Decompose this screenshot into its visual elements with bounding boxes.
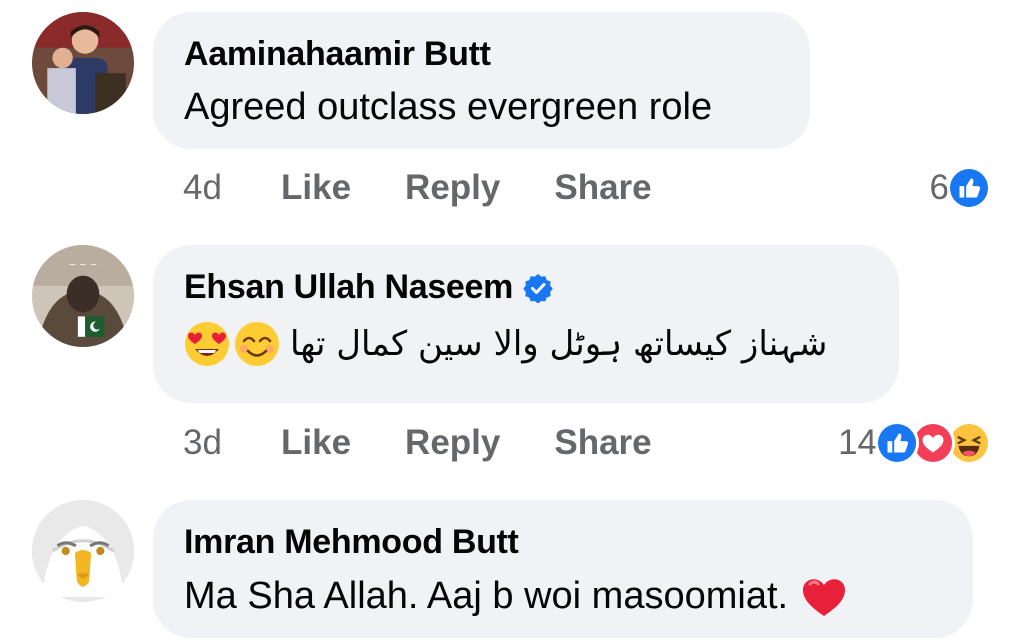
author-name[interactable]: Ehsan Ullah Naseem bbox=[184, 267, 513, 307]
share-button[interactable]: Share bbox=[554, 168, 651, 208]
like-icon bbox=[875, 421, 919, 465]
comment-actions: 4d Like Reply Share bbox=[183, 166, 706, 210]
comment-text-content: Ma Sha Allah. Aaj b woi masoomiat. bbox=[184, 575, 789, 617]
avatar[interactable] bbox=[32, 12, 134, 114]
comment-bubble: Imran Mehmood Butt Ma Sha Allah. Aaj b w… bbox=[153, 500, 973, 638]
reaction-summary[interactable]: 14 bbox=[838, 421, 991, 465]
comment-text: Agreed outclass evergreen role bbox=[184, 84, 780, 130]
verified-badge-icon bbox=[523, 272, 553, 304]
comment-text: Ma Sha Allah. Aaj b woi masoomiat. bbox=[184, 572, 943, 620]
comment-timestamp[interactable]: 3d bbox=[183, 423, 281, 463]
avatar[interactable]: ~ ~ ~ bbox=[32, 245, 134, 347]
avatar[interactable] bbox=[32, 500, 134, 602]
reaction-summary[interactable]: 6 bbox=[930, 166, 991, 210]
comment-text-content: Agreed outclass evergreen role bbox=[184, 86, 713, 128]
comment-author[interactable]: Aaminahaamir Butt bbox=[184, 34, 780, 74]
comment-author[interactable]: Ehsan Ullah Naseem bbox=[184, 267, 869, 307]
smiling-face-with-smiling-eyes-emoji bbox=[234, 321, 280, 367]
reaction-count: 14 bbox=[838, 423, 877, 462]
share-button[interactable]: Share bbox=[554, 423, 651, 463]
comment-bubble: Aaminahaamir Butt Agreed outclass evergr… bbox=[153, 12, 810, 149]
author-name[interactable]: Imran Mehmood Butt bbox=[184, 522, 519, 562]
red-heart-emoji bbox=[800, 572, 848, 620]
comment-actions: 3d Like Reply Share bbox=[183, 421, 706, 465]
heart-eyes-emoji bbox=[184, 321, 230, 367]
like-icon bbox=[947, 166, 991, 210]
author-name[interactable]: Aaminahaamir Butt bbox=[184, 34, 491, 74]
comment-text-content: شہناز کیساتھ ہوٹل والا سین کمال تھا bbox=[290, 324, 828, 364]
like-button[interactable]: Like bbox=[281, 168, 351, 208]
like-button[interactable]: Like bbox=[281, 423, 351, 463]
reply-button[interactable]: Reply bbox=[405, 423, 500, 463]
comment-timestamp[interactable]: 4d bbox=[183, 168, 281, 208]
svg-text:~ ~ ~: ~ ~ ~ bbox=[69, 259, 98, 270]
comment-author[interactable]: Imran Mehmood Butt bbox=[184, 522, 943, 562]
comment-text: شہناز کیساتھ ہوٹل والا سین کمال تھا bbox=[184, 321, 869, 367]
reply-button[interactable]: Reply bbox=[405, 168, 500, 208]
comment-bubble: Ehsan Ullah Naseem شہناز کیساتھ ہوٹل وال… bbox=[153, 245, 899, 403]
